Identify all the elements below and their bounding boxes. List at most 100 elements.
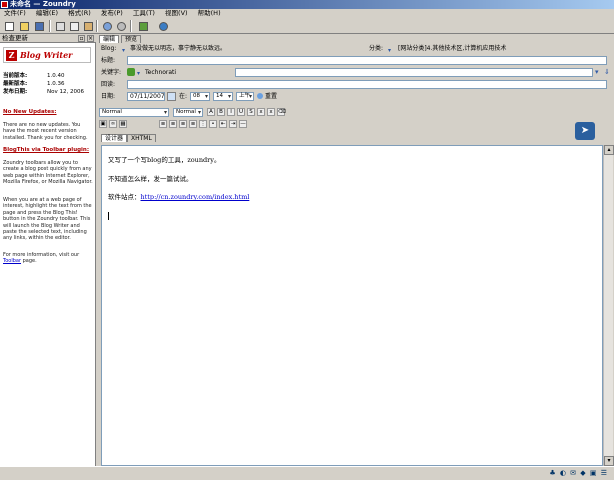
expand-down-icon[interactable]: ⇓ <box>604 68 610 76</box>
dropdown-arrow-icon[interactable]: ▾ <box>122 47 125 54</box>
toolbar-separator <box>130 20 132 32</box>
tab-designer[interactable]: 设计器 <box>101 134 128 142</box>
menu-help[interactable]: 帮助(H) <box>194 9 225 18</box>
reset-button[interactable]: 重置 <box>265 92 277 101</box>
content-line: 不知道怎么样，发一篇试试。 <box>108 175 193 183</box>
mode-tabs: 设计器 XHTML <box>101 134 161 142</box>
panel-restore-icon[interactable]: ▫ <box>78 35 85 42</box>
reset-icon[interactable] <box>257 93 263 99</box>
menu-file[interactable]: 文件(F) <box>0 9 30 18</box>
outdent-icon[interactable]: ⇤ <box>219 120 227 128</box>
horizontal-rule-icon[interactable]: — <box>239 120 247 128</box>
ampm-select[interactable]: 上午 <box>236 92 254 101</box>
superscript-icon[interactable]: x <box>267 108 275 116</box>
version-row: 发布日期: Nov 12, 2006 <box>3 89 93 96</box>
scroll-up-icon[interactable]: ▴ <box>604 145 614 155</box>
more-info-prefix: For more information, visit our <box>3 252 80 258</box>
dropdown-arrow-icon[interactable]: ▾ <box>137 70 140 77</box>
calendar-icon[interactable] <box>167 92 176 101</box>
table-icon[interactable]: ▦ <box>119 120 127 128</box>
browser-icon[interactable] <box>156 19 170 33</box>
copy-icon[interactable] <box>67 19 81 33</box>
undo-icon[interactable] <box>100 19 114 33</box>
title-field[interactable] <box>127 56 607 65</box>
date-field[interactable]: 07/11/2007 <box>127 92 165 101</box>
software-site-link[interactable]: http://cn.zoundry.com/index.html <box>141 193 250 201</box>
tab-edit[interactable]: 编辑 <box>99 35 120 43</box>
menu-view[interactable]: 视图(V) <box>161 9 192 18</box>
editor-tabs: 编辑 预览 <box>99 35 159 43</box>
keywords-field[interactable] <box>235 68 593 77</box>
dropdown-arrow-icon[interactable]: ▾ <box>595 68 599 76</box>
version-row: 最新版本: 1.0.36 <box>3 81 93 88</box>
align-left-icon[interactable]: ≡ <box>159 120 167 128</box>
system-tray-icons: ♣ ◐ ✉ ◆ ▣ ☰ <box>549 469 608 477</box>
trackback-field[interactable] <box>127 80 607 89</box>
font-select[interactable]: Normal <box>173 108 203 117</box>
color-icon[interactable]: A <box>207 108 215 116</box>
main-toolbar <box>0 18 614 34</box>
blog-label: Blog: <box>101 45 117 52</box>
tab-preview[interactable]: 预览 <box>121 35 142 43</box>
title-label: 标题: <box>101 57 116 64</box>
dropdown-arrow-icon[interactable]: ▾ <box>388 47 391 54</box>
paragraph-style-select[interactable]: Normal <box>99 108 169 117</box>
app-icon <box>1 1 8 8</box>
paste-icon[interactable] <box>81 19 95 33</box>
menu-format[interactable]: 格式(R) <box>64 9 95 18</box>
blogthis-instructions: When you are at a web page of interest, … <box>3 197 92 242</box>
version-label: 发布日期: <box>3 89 28 95</box>
unordered-list-icon[interactable]: • <box>209 120 217 128</box>
panel-close-icon[interactable]: × <box>87 35 94 42</box>
version-row: 当前版本: 1.0.40 <box>3 73 93 80</box>
toolbar-separator <box>49 20 51 32</box>
updates-heading[interactable]: No New Updates: <box>3 109 57 115</box>
keywords-provider: Technorati <box>145 69 177 76</box>
keywords-label: 关键字: <box>101 69 122 76</box>
category-selector[interactable]: [网站分类]4.其他技术区,计算机应用技术 <box>398 44 506 53</box>
toolbar-link[interactable]: Toolbar <box>3 258 21 264</box>
menu-edit[interactable]: 编辑(E) <box>32 9 62 18</box>
blog-writer-logo: Z Blog Writer <box>3 47 91 63</box>
open-button[interactable] <box>17 19 31 33</box>
updates-text: There are no new updates. You have the m… <box>3 122 88 141</box>
content-line: 软件站点：http://cn.zoundry.com/index.html <box>108 191 249 201</box>
content-editor[interactable]: 又写了一个写blog的工具，zoundry。 不知道怎么样，发一篇试试。 软件站… <box>101 145 603 466</box>
menu-tools[interactable]: 工具(T) <box>129 9 159 18</box>
blogthis-text: Zoundry toolbars allow you to create a b… <box>3 160 93 186</box>
scroll-down-icon[interactable]: ▾ <box>604 456 614 466</box>
ordered-list-icon[interactable]: ⋮ <box>199 120 207 128</box>
blog-selector[interactable]: 事没做无以明志，事宁静无以致远。 <box>130 44 226 53</box>
new-post-button[interactable] <box>2 19 16 33</box>
trackback-label: 回读: <box>101 81 116 88</box>
link-icon[interactable]: ∞ <box>109 120 117 128</box>
version-value: Nov 12, 2006 <box>47 89 84 95</box>
minute-select[interactable]: 14 <box>213 92 233 101</box>
category-label: 分类: <box>369 45 384 52</box>
editor-scrollbar[interactable]: ▴ ▾ <box>603 145 614 466</box>
blogthis-heading[interactable]: BlogThis via Toolbar plugin: <box>3 147 89 153</box>
italic-icon[interactable]: I <box>227 108 235 116</box>
publish-icon[interactable] <box>136 19 150 33</box>
indent-icon[interactable]: ⇥ <box>229 120 237 128</box>
justify-icon[interactable]: ≡ <box>189 120 197 128</box>
logo-mark: Z <box>6 50 17 61</box>
align-center-icon[interactable]: ≡ <box>169 120 177 128</box>
cut-icon[interactable] <box>53 19 67 33</box>
image-icon[interactable]: ▣ <box>99 120 107 128</box>
tab-xhtml[interactable]: XHTML <box>127 134 156 142</box>
version-value: 1.0.36 <box>47 81 65 87</box>
underline-icon[interactable]: U <box>237 108 245 116</box>
subscript-icon[interactable]: x <box>257 108 265 116</box>
content-prefix: 软件站点： <box>108 193 141 201</box>
hour-select[interactable]: 08 <box>190 92 210 101</box>
bold-icon[interactable]: B <box>217 108 225 116</box>
strikethrough-icon[interactable]: S <box>247 108 255 116</box>
redo-icon[interactable] <box>114 19 128 33</box>
version-label: 当前版本: <box>3 73 28 79</box>
align-right-icon[interactable]: ≡ <box>179 120 187 128</box>
clear-format-icon[interactable]: ⌫ <box>277 108 286 116</box>
save-button[interactable] <box>32 19 46 33</box>
publish-icon[interactable]: ➤ <box>575 122 595 140</box>
menu-publish[interactable]: 发布(P) <box>97 9 127 18</box>
